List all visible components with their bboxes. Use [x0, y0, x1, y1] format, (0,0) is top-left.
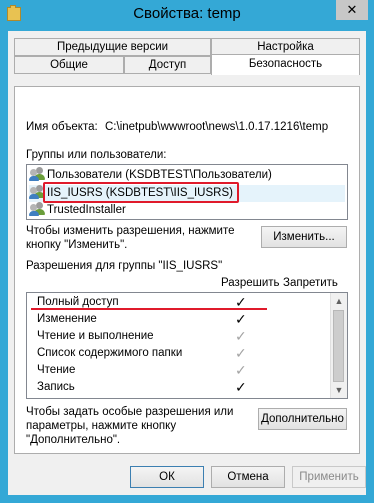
allow-check-icon: ✓	[235, 311, 247, 327]
users-group-icon	[29, 167, 45, 181]
security-panel: Имя объекта: C:\inetpub\wwwroot\news\1.0…	[14, 86, 360, 454]
allow-check-inherited-icon: ✓	[235, 328, 247, 344]
allow-check-icon: ✓	[235, 379, 247, 395]
permission-row: Изменение ✓	[29, 310, 327, 328]
title-bar[interactable]: Свойства: temp ✕	[0, 0, 374, 30]
permission-name: Изменение	[37, 313, 97, 325]
apply-button[interactable]: Применить	[292, 466, 366, 488]
annotation-highlight-box	[43, 182, 239, 203]
allow-check-inherited-icon: ✓	[235, 362, 247, 378]
list-item-label: Пользователи (KSDBTEST\Пользователи)	[47, 169, 272, 181]
window-title: Свойства: temp	[133, 5, 241, 22]
cancel-button[interactable]: Отмена	[211, 466, 285, 488]
permission-name: Чтение	[37, 364, 76, 376]
close-button[interactable]: ✕	[336, 0, 368, 20]
users-group-icon	[29, 202, 45, 216]
object-name-label: Имя объекта:	[26, 121, 98, 133]
tab-security[interactable]: Безопасность	[211, 54, 360, 75]
ok-button[interactable]: ОК	[130, 466, 204, 488]
permission-row: Запись ✓	[29, 378, 327, 396]
change-button[interactable]: Изменить...	[261, 226, 347, 248]
permissions-header: Разрешения для группы "IIS_IUSRS"	[26, 260, 223, 272]
allow-check-inherited-icon: ✓	[235, 345, 247, 361]
list-item-label: TrustedInstaller	[47, 204, 126, 216]
dialog-client-area: Предыдущие версии Настройка Общие Доступ…	[8, 31, 366, 495]
special-hint-text: Чтобы задать особые разрешения или парам…	[26, 406, 234, 446]
scroll-up-icon[interactable]: ▲	[331, 293, 347, 309]
advanced-button[interactable]: Дополнительно	[258, 408, 347, 430]
annotation-underline	[31, 308, 267, 310]
allow-column-header: Разрешить	[221, 277, 280, 289]
object-name-value: C:\inetpub\wwwroot\news\1.0.17.1216\temp	[105, 121, 329, 133]
groups-label: Группы или пользователи:	[26, 149, 167, 161]
permission-name: Чтение и выполнение	[37, 330, 154, 342]
scroll-down-icon[interactable]: ▼	[331, 382, 347, 398]
tab-previous-versions[interactable]: Предыдущие версии	[14, 38, 211, 56]
permission-row: Список содержимого папки ✓	[29, 344, 327, 362]
change-hint-text: Чтобы изменить разрешения, нажмите кнопк…	[26, 225, 235, 251]
tab-general[interactable]: Общие	[14, 56, 124, 74]
properties-window: Свойства: temp ✕ Предыдущие версии Настр…	[0, 0, 374, 503]
list-item[interactable]: TrustedInstaller	[29, 202, 126, 219]
deny-column-header: Запретить	[283, 277, 338, 289]
permission-name: Список содержимого папки	[37, 347, 183, 359]
permission-name: Запись	[37, 381, 75, 393]
tab-sharing[interactable]: Доступ	[124, 56, 211, 74]
scrollbar-thumb[interactable]	[333, 310, 344, 382]
permissions-scrollbar[interactable]: ▲ ▼	[330, 293, 347, 398]
permission-row: Чтение ✓	[29, 361, 327, 379]
permission-row: Чтение и выполнение ✓	[29, 327, 327, 345]
